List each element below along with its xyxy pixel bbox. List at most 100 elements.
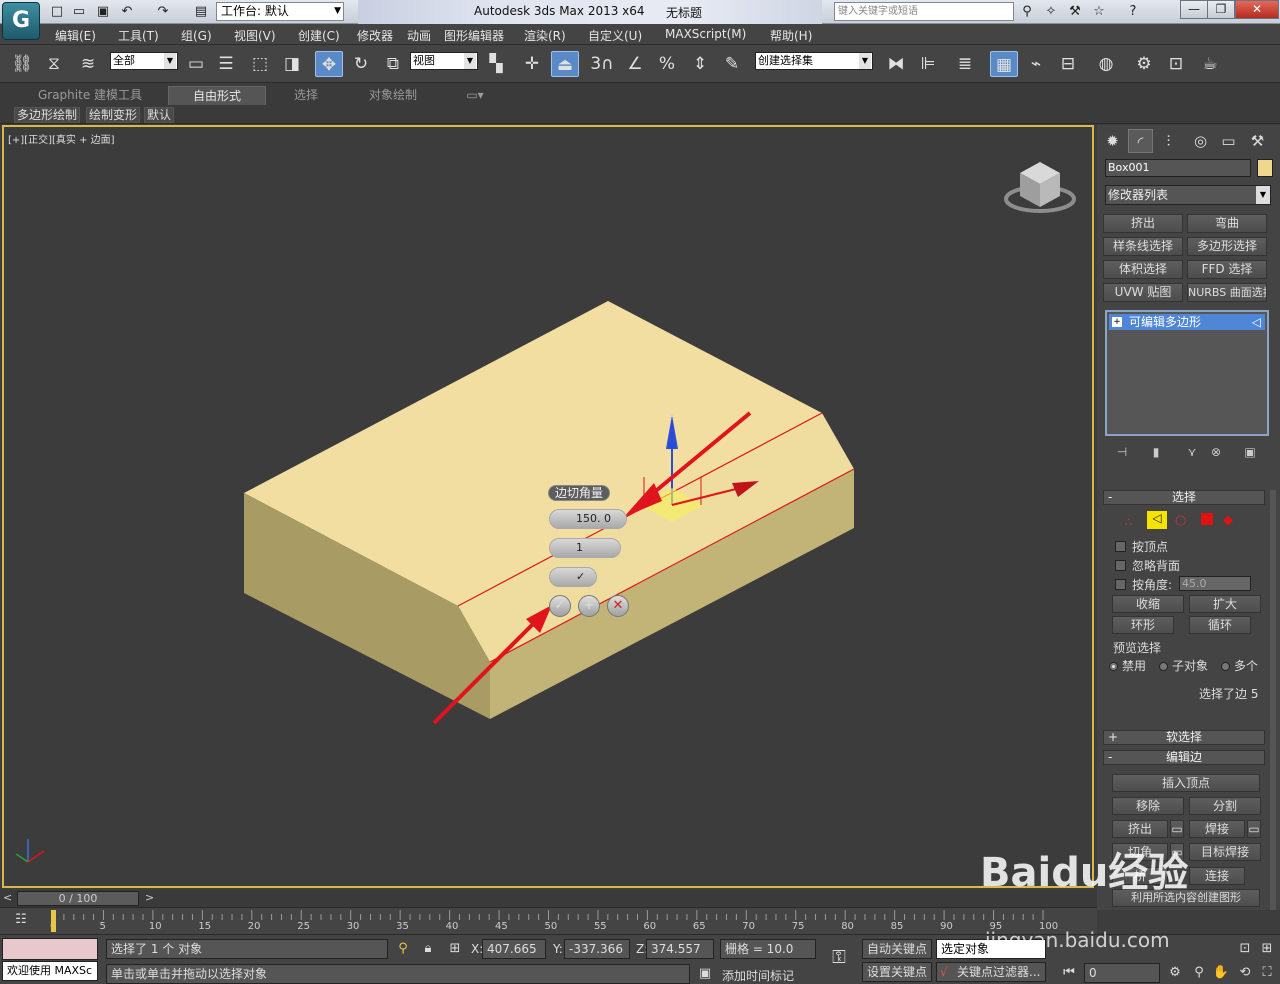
maximize-button[interactable]: ❐ — [1207, 0, 1235, 19]
zoom-extents-icon[interactable]: ⊡ — [1236, 940, 1254, 958]
tab-graphite[interactable]: Graphite 建模工具 — [30, 86, 150, 105]
grow-button[interactable]: 扩大 — [1189, 595, 1261, 613]
menu-group[interactable]: 组(G) — [181, 27, 212, 44]
open-file-icon[interactable]: ▭ — [70, 3, 88, 20]
select-scale-icon[interactable]: ⧉ — [379, 51, 407, 77]
angle-spinner[interactable]: 45.0 — [1179, 576, 1251, 591]
poly-select-button[interactable]: 多边形选择 — [1187, 237, 1267, 256]
select-move-icon[interactable]: ✥ — [315, 51, 343, 77]
graphite-toggle-icon[interactable]: ▦ — [990, 51, 1018, 77]
polygon-mode-icon[interactable] — [1201, 513, 1213, 525]
remove-modifier-icon[interactable]: ⊗ — [1207, 445, 1225, 463]
key-icon[interactable]: ⚿ — [830, 949, 848, 967]
target-weld-button[interactable]: 目标焊接 — [1189, 843, 1261, 861]
selection-lock-icon[interactable]: 🔒︎ — [419, 940, 437, 958]
select-by-name-icon[interactable]: ☰ — [212, 51, 240, 77]
keyboard-shortcut-override-icon[interactable]: ⏏ — [551, 51, 579, 77]
zoom-icon[interactable]: ⚲ — [1190, 964, 1208, 982]
rectangular-selection-icon[interactable]: ⬚ — [246, 51, 274, 77]
spline-select-button[interactable]: 样条线选择 — [1103, 237, 1183, 256]
search-input[interactable]: 键入关键字或短语 — [834, 2, 1014, 21]
preview-subobject-radio[interactable]: 子对象 — [1159, 657, 1208, 674]
preview-multi-radio[interactable]: 多个 — [1221, 657, 1258, 674]
set-key-button[interactable]: 设置关键点 — [862, 962, 932, 982]
time-tag-icon[interactable]: ▣ — [696, 965, 714, 983]
defaults-button[interactable]: 默认 — [144, 107, 175, 123]
time-config-icon[interactable]: ⚙ — [1166, 964, 1184, 982]
ignore-backface-checkbox[interactable]: 忽略背面 — [1115, 557, 1180, 574]
tab-object-paint[interactable]: 对象绘制 — [360, 86, 426, 105]
extrude-modifier-button[interactable]: 挤出 — [1103, 214, 1183, 233]
box-object[interactable] — [244, 301, 855, 719]
extrude-settings-button[interactable]: ▭ — [1170, 820, 1184, 838]
window-crossing-icon[interactable]: ◨ — [278, 51, 306, 77]
ffd-select-button[interactable]: FFD 选择 — [1187, 260, 1267, 279]
angle-snap-icon[interactable]: ∠ — [621, 51, 649, 77]
by-vertex-checkbox[interactable]: 按顶点 — [1115, 538, 1168, 555]
mirror-icon[interactable]: ⧓ — [882, 51, 910, 77]
ribbon-options-icon[interactable]: ▭▾ — [462, 86, 488, 105]
help-icon[interactable]: ? — [1124, 3, 1142, 20]
spinner-snap-icon[interactable]: ⇕ — [686, 51, 714, 77]
border-mode-icon[interactable]: ○ — [1175, 513, 1186, 528]
render-teapot-icon[interactable]: ☕ — [1196, 51, 1224, 77]
bind-space-warp-icon[interactable]: ≋ — [74, 51, 102, 77]
menu-animation[interactable]: 动画 — [407, 27, 431, 44]
create-tab-icon[interactable]: ✹ — [1100, 129, 1125, 153]
viewport[interactable]: [+][正交][真实 + 边面] z 边切角量 150. 0 1 ✓ ✓ + ✕ — [2, 125, 1094, 888]
menu-edit[interactable]: 编辑(E) — [55, 27, 96, 44]
previous-frame-icon[interactable]: < — [3, 891, 12, 904]
key-filters-button[interactable]: √ 关键点过滤器... — [936, 962, 1046, 982]
modify-tab-icon[interactable]: ◜ — [1128, 129, 1153, 153]
select-object-icon[interactable]: ▭ — [182, 51, 210, 77]
utilities-tab-icon[interactable]: ⚒ — [1245, 129, 1270, 153]
menu-tools[interactable]: 工具(T) — [118, 27, 159, 44]
workspace-select[interactable]: 工作台: 默认 ▼ — [216, 2, 344, 21]
favorites-icon[interactable]: ☆ — [1090, 3, 1108, 20]
align-icon[interactable]: ⊫ — [914, 51, 942, 77]
menu-views[interactable]: 视图(V) — [234, 27, 276, 44]
named-selection-set-select[interactable]: 创建选择集 ▼ — [755, 52, 873, 70]
new-file-icon[interactable]: □ — [48, 3, 66, 20]
pivot-center-icon[interactable]: ▚ — [482, 51, 510, 77]
split-button[interactable]: 分割 — [1189, 797, 1261, 815]
current-frame-field[interactable]: 0 — [1084, 963, 1160, 983]
select-manipulate-icon[interactable]: ✛ — [518, 51, 546, 77]
show-end-result-icon[interactable]: ▮ — [1147, 445, 1165, 463]
motion-tab-icon[interactable]: ◎ — [1188, 129, 1213, 153]
schematic-view-icon[interactable]: ⊟ — [1054, 51, 1082, 77]
tab-freeform[interactable]: 自由形式 — [168, 86, 266, 105]
unlink-icon[interactable]: ⧖ — [40, 51, 68, 77]
maxscript-listener-input[interactable] — [2, 938, 98, 960]
open-chamfer-toggle[interactable]: ✓ — [549, 567, 597, 587]
volume-select-button[interactable]: 体积选择 — [1103, 260, 1183, 279]
next-frame-icon[interactable]: > — [145, 891, 154, 904]
edit-named-selection-icon[interactable]: ✎ — [718, 51, 746, 77]
redo-icon[interactable]: ↷ — [154, 3, 172, 20]
material-editor-icon[interactable]: ◍ — [1092, 51, 1120, 77]
edit-edges-rollout-header[interactable]: - 编辑边 — [1103, 750, 1265, 765]
go-to-start-icon[interactable]: ⏮ — [1060, 964, 1078, 982]
snap-toggle-icon[interactable]: 3∩ — [588, 51, 616, 77]
weld-button[interactable]: 焊接 — [1189, 820, 1245, 838]
selection-rollout-header[interactable]: - 选择 — [1103, 490, 1265, 505]
object-name-input[interactable]: Box001 — [1105, 159, 1251, 177]
tab-selection[interactable]: 选择 — [280, 86, 332, 105]
current-frame-marker[interactable] — [51, 910, 56, 932]
make-unique-icon[interactable]: ⋎ — [1183, 445, 1201, 463]
menu-modifiers[interactable]: 修改器 — [357, 27, 393, 44]
menu-create[interactable]: 创建(C) — [298, 27, 340, 44]
element-mode-icon[interactable]: ◆ — [1223, 513, 1233, 528]
app-logo-icon[interactable]: G — [2, 2, 40, 40]
menu-maxscript[interactable]: MAXScript(M) — [665, 27, 746, 41]
orbit-icon[interactable]: ⟲ — [1236, 964, 1254, 982]
communication-icon[interactable]: ⚒ — [1066, 3, 1084, 20]
nurbs-select-button[interactable]: NURBS 曲面选择 — [1187, 283, 1267, 302]
extrude-button[interactable]: 挤出 — [1112, 820, 1168, 838]
selection-filter-select[interactable]: 全部 ▼ — [110, 52, 178, 70]
paint-deform-button[interactable]: 绘制变形 — [86, 107, 141, 123]
preview-off-radio[interactable]: 禁用 — [1109, 657, 1146, 674]
maximize-viewport-icon[interactable]: ⛶ — [1258, 964, 1276, 982]
z-coordinate-field[interactable]: 374.557 — [646, 939, 714, 959]
project-folder-icon[interactable]: ▤ — [192, 3, 210, 20]
